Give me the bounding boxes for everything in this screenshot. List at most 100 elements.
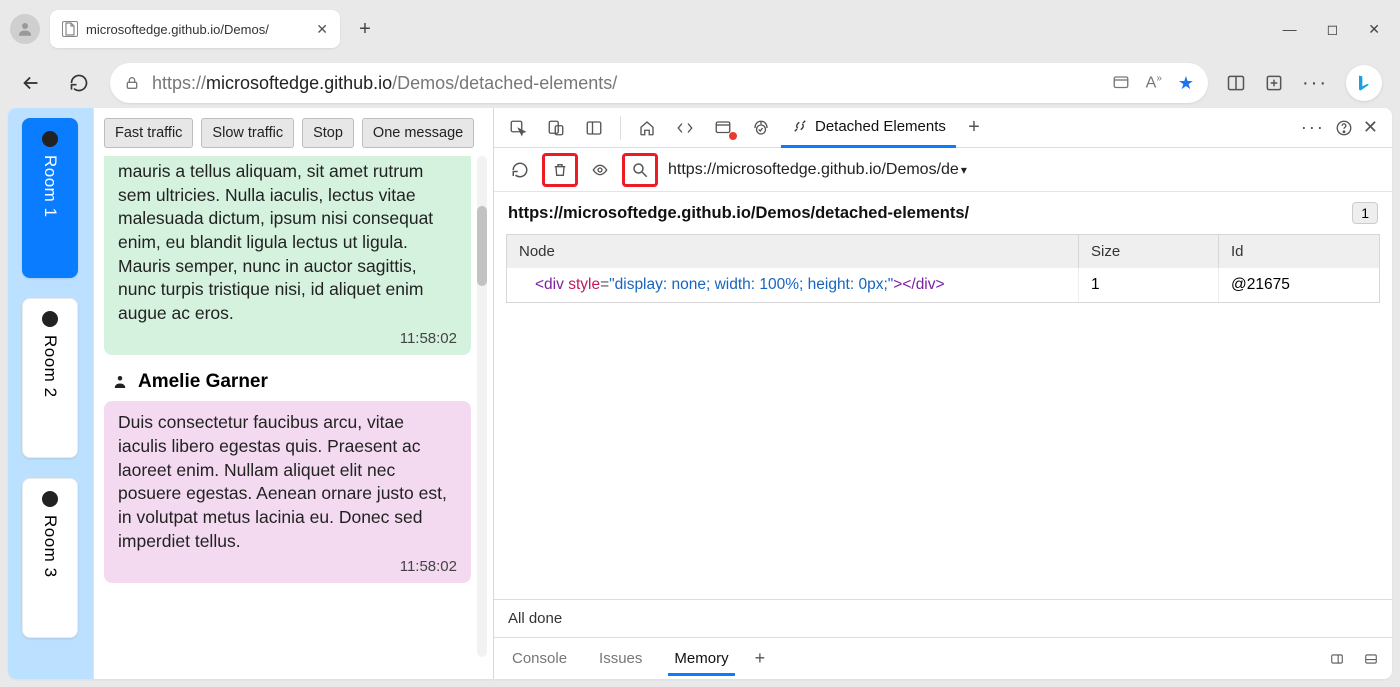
table-row[interactable]: <div style="display: none; width: 100%; … [507, 268, 1379, 302]
address-bar[interactable]: https://microsoftedge.github.io/Demos/de… [110, 63, 1208, 103]
devtools-panel: Detached Elements + ··· ✕ http [493, 108, 1392, 679]
detached-table: Node Size Id <div style="display: none; … [506, 234, 1380, 303]
close-tab-icon[interactable]: ✕ [316, 21, 328, 38]
inspect-element-icon[interactable] [500, 112, 536, 144]
status-text: All done [494, 600, 1392, 637]
sources-tab-icon[interactable] [743, 112, 779, 144]
divider [620, 116, 621, 140]
size-cell: 1 [1079, 268, 1219, 302]
table-header: Node Size Id [507, 235, 1379, 268]
analyze-icon[interactable] [622, 153, 658, 187]
chat-panel: Fast traffic Slow traffic Stop One messa… [94, 108, 493, 679]
fast-traffic-button[interactable]: Fast traffic [104, 118, 193, 148]
room-label: Room 2 [40, 335, 60, 398]
add-drawer-tab-icon[interactable]: + [755, 648, 766, 669]
room-label: Room 3 [40, 515, 60, 578]
refresh-detached-icon[interactable] [502, 153, 538, 187]
stop-button[interactable]: Stop [302, 118, 354, 148]
one-message-button[interactable]: One message [362, 118, 474, 148]
drawer-tabs: Console Issues Memory + [494, 637, 1392, 679]
close-window-icon[interactable]: ✕ [1368, 21, 1380, 38]
application-tab-icon[interactable] [705, 112, 741, 144]
col-size[interactable]: Size [1079, 235, 1219, 268]
new-tab-button[interactable]: + [350, 14, 380, 44]
more-tools-icon[interactable]: ··· [1301, 117, 1325, 138]
col-node[interactable]: Node [507, 235, 1079, 268]
message-text: mauris a tellus aliquam, sit amet rutrum… [118, 161, 433, 323]
presence-dot-icon [42, 311, 58, 327]
tab-label: Detached Elements [815, 118, 946, 135]
minimize-icon[interactable]: — [1283, 21, 1297, 38]
elements-tab-icon[interactable] [667, 112, 703, 144]
scrollbar-thumb[interactable] [477, 206, 487, 286]
room-tab-2[interactable]: Room 2 [22, 298, 78, 458]
browser-tab[interactable]: microsoftedge.github.io/Demos/ ✕ [50, 10, 340, 48]
message-author: Amelie Garner [110, 371, 471, 393]
browser-toolbar: https://microsoftedge.github.io/Demos/de… [0, 58, 1400, 108]
lock-icon [124, 75, 140, 91]
detached-count: 1 [1352, 202, 1378, 224]
collect-garbage-icon[interactable] [542, 153, 578, 187]
read-aloud-icon[interactable]: A» [1146, 73, 1162, 92]
dock-side-icon[interactable] [576, 112, 612, 144]
bing-copilot-icon[interactable] [1346, 65, 1382, 101]
id-cell: @21675 [1219, 268, 1379, 302]
detached-toolbar: https://microsoftedge.github.io/Demos/de… [494, 148, 1392, 192]
devtools-bottom: All done Console Issues Memory + [494, 599, 1392, 679]
collections-icon[interactable] [1264, 73, 1284, 93]
room-label: Room 1 [40, 155, 60, 218]
message-timestamp: 11:58:02 [400, 557, 457, 577]
devtools-tabstrip: Detached Elements + ··· ✕ [494, 108, 1392, 148]
page-header-row: https://microsoftedge.github.io/Demos/de… [494, 192, 1392, 234]
node-cell: <div style="display: none; width: 100%; … [507, 268, 1079, 302]
reveal-icon[interactable] [582, 153, 618, 187]
messages-list: mauris a tellus aliquam, sit amet rutrum… [104, 156, 493, 669]
col-id[interactable]: Id [1219, 235, 1379, 268]
chat-toolbar: Fast traffic Slow traffic Stop One messa… [104, 118, 493, 156]
expand-drawer-icon[interactable] [1328, 652, 1346, 666]
favorite-star-icon[interactable]: ★ [1178, 73, 1194, 94]
scrollbar-track[interactable] [477, 156, 487, 657]
issues-tab[interactable]: Issues [593, 642, 648, 675]
iframe-selector[interactable]: https://microsoftedge.github.io/Demos/de… [668, 161, 967, 179]
close-devtools-icon[interactable]: ✕ [1363, 117, 1378, 138]
detached-icon [791, 117, 809, 135]
devtools-right-controls: ··· ✕ [1301, 117, 1386, 138]
back-button[interactable] [14, 66, 48, 100]
window-controls: — ◻ ✕ [1283, 21, 1390, 38]
chat-message: Duis consectetur faucibus arcu, vitae ia… [104, 401, 471, 583]
refresh-button[interactable] [62, 66, 96, 100]
message-text: Duis consectetur faucibus arcu, vitae ia… [118, 412, 447, 550]
drawer-right-controls [1328, 652, 1380, 666]
welcome-tab-icon[interactable] [629, 112, 665, 144]
room-tab-1[interactable]: Room 1 [22, 118, 78, 278]
more-icon[interactable]: ··· [1302, 72, 1328, 95]
author-name: Amelie Garner [138, 371, 268, 393]
page-path: https://microsoftedge.github.io/Demos/de… [508, 204, 969, 223]
tab-title: microsoftedge.github.io/Demos/ [86, 22, 308, 37]
console-tab[interactable]: Console [506, 642, 573, 675]
maximize-icon[interactable]: ◻ [1327, 21, 1339, 38]
presence-dot-icon [42, 131, 58, 147]
url-text: https://microsoftedge.github.io/Demos/de… [152, 73, 1100, 94]
page-view: Room 1 Room 2 Room 3 Fast traffic Slow t… [8, 108, 493, 679]
browser-right-actions: ··· [1222, 65, 1386, 101]
user-icon [110, 372, 130, 392]
url-right-icons: A» ★ [1112, 73, 1194, 94]
rooms-sidebar: Room 1 Room 2 Room 3 [8, 108, 94, 679]
room-tab-3[interactable]: Room 3 [22, 478, 78, 638]
browser-titlebar: microsoftedge.github.io/Demos/ ✕ + — ◻ ✕ [0, 0, 1400, 58]
split-screen-icon[interactable] [1226, 73, 1246, 93]
content-area: Room 1 Room 2 Room 3 Fast traffic Slow t… [8, 108, 1392, 679]
profile-avatar[interactable] [10, 14, 40, 44]
memory-tab[interactable]: Memory [668, 642, 734, 676]
slow-traffic-button[interactable]: Slow traffic [201, 118, 294, 148]
dock-drawer-icon[interactable] [1362, 652, 1380, 666]
message-timestamp: 11:58:02 [400, 329, 457, 349]
detached-elements-tab[interactable]: Detached Elements [781, 108, 956, 148]
add-tab-button[interactable]: + [958, 112, 990, 144]
file-icon [62, 21, 78, 37]
help-icon[interactable] [1335, 119, 1353, 137]
device-emulation-icon[interactable] [538, 112, 574, 144]
app-install-icon[interactable] [1112, 74, 1130, 92]
